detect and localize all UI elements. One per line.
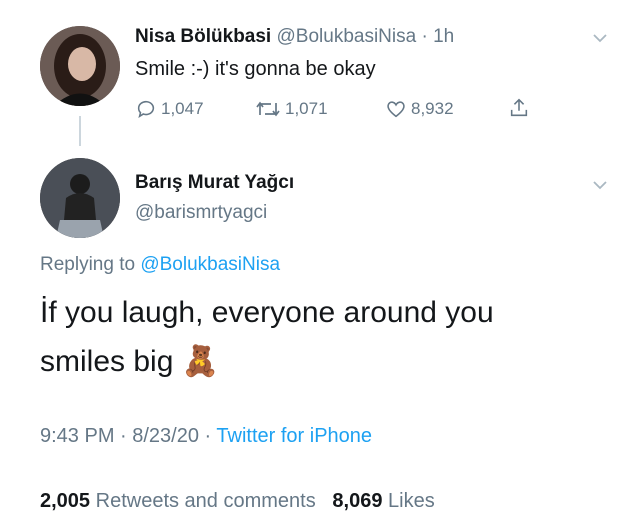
likes-label[interactable]: Likes (388, 490, 435, 512)
retweet-count: 1,071 (285, 99, 328, 118)
timestamp[interactable]: 9:43 PM · 8/23/20 · (40, 425, 211, 447)
replying-prefix: Replying to (40, 254, 136, 275)
avatar[interactable] (40, 26, 120, 106)
replying-to-link[interactable]: @BolukbasiNisa (140, 254, 280, 275)
like-count: 8,932 (411, 99, 454, 118)
tweet-text-line1: İf you laugh, everyone around you (40, 296, 494, 329)
avatar[interactable] (40, 158, 120, 238)
chevron-down-icon[interactable] (593, 177, 607, 195)
reply-count: 1,047 (161, 99, 204, 118)
separator: · (421, 26, 428, 47)
tweet-header: Nisa Bölükbasi @BolukbasiNisa · 1h (135, 26, 454, 48)
source-link[interactable]: Twitter for iPhone (216, 425, 372, 447)
tweet-stats: 2,005 Retweets and comments 8,069 Likes (40, 490, 435, 513)
tweet-text: Smile :-) it's gonna be okay (135, 58, 376, 80)
like-icon (385, 98, 407, 120)
reply-button[interactable]: 1,047 (135, 98, 204, 120)
reply-icon (135, 98, 157, 120)
retweet-button[interactable]: 1,071 (255, 98, 328, 120)
retweet-icon (255, 98, 281, 120)
chevron-down-icon[interactable] (593, 30, 607, 48)
tweet-text: smiles big (40, 345, 174, 378)
retweets-label[interactable]: Retweets and comments (96, 490, 316, 512)
share-button[interactable] (508, 97, 530, 119)
tweet-text-line2: smiles big 🧸 (40, 344, 219, 379)
thread-connector (79, 116, 81, 146)
display-name[interactable]: Barış Murat Yağcı (135, 172, 294, 194)
handle[interactable]: @barismrtyagci (135, 202, 267, 224)
display-name[interactable]: Nisa Bölükbasi (135, 26, 271, 47)
like-button[interactable]: 8,932 (385, 98, 454, 120)
retweets-count[interactable]: 2,005 (40, 490, 90, 512)
likes-count[interactable]: 8,069 (332, 490, 382, 512)
replying-to: Replying to @BolukbasiNisa (40, 254, 280, 276)
time-ago[interactable]: 1h (433, 26, 454, 47)
handle[interactable]: @BolukbasiNisa (277, 26, 417, 47)
tweet-meta: 9:43 PM · 8/23/20 · Twitter for iPhone (40, 425, 372, 448)
share-icon (508, 97, 530, 119)
teddy-bear-emoji: 🧸 (181, 345, 220, 378)
